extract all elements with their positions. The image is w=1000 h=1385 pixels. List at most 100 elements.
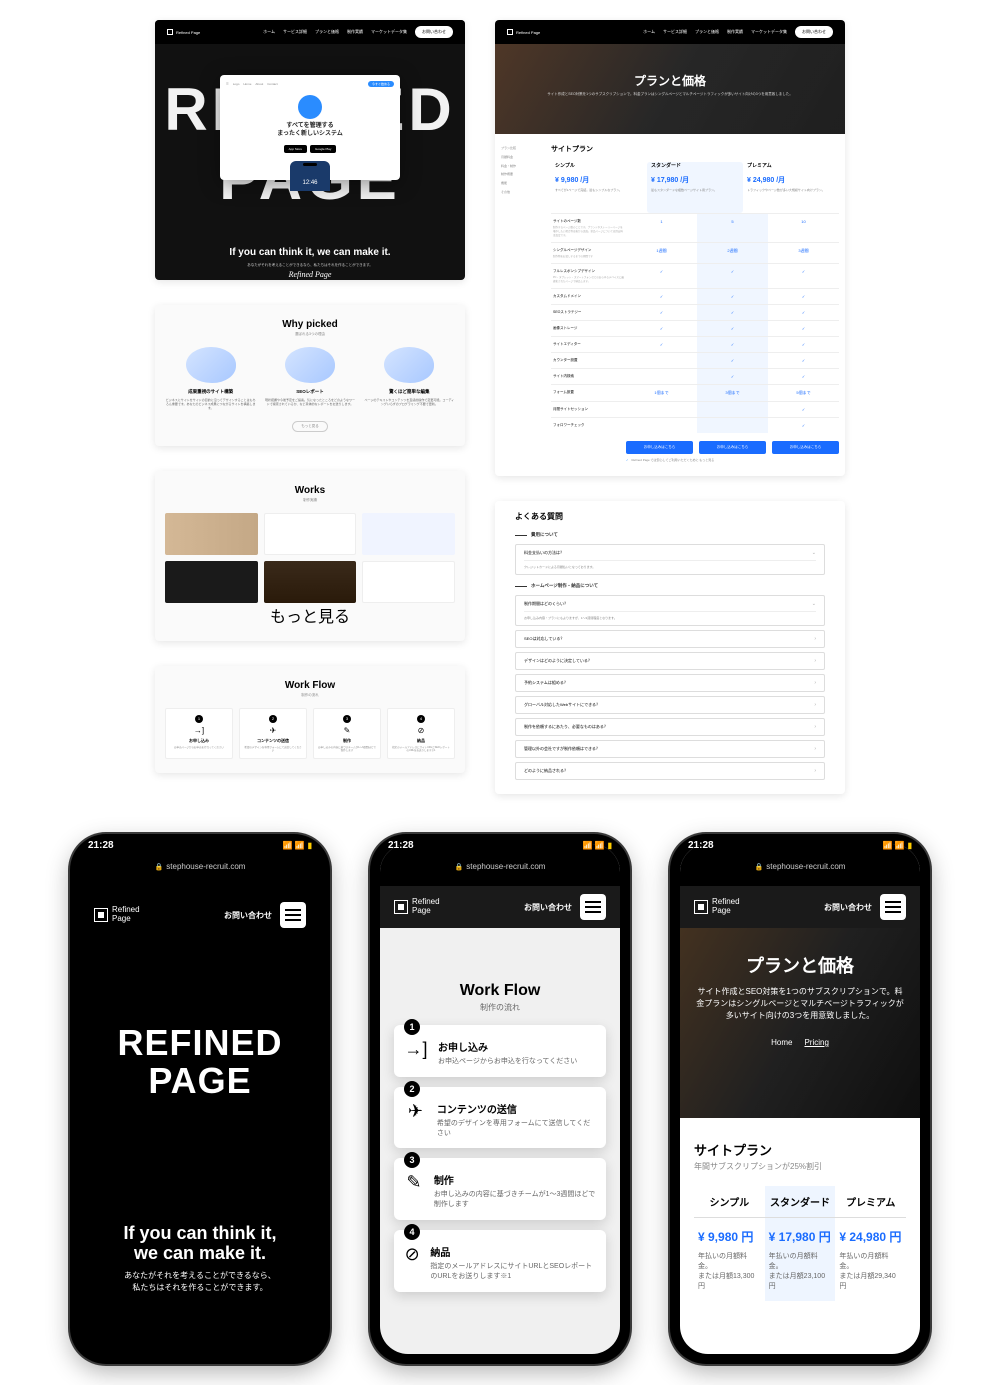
logo[interactable]: RefinedPage xyxy=(394,898,440,916)
plan-tab-premium[interactable]: プレミアム xyxy=(835,1186,906,1217)
faq-item[interactable]: SEOは対応している？› xyxy=(515,630,825,648)
faq-item[interactable]: 制作期間はどのくらい？⌄ お申し込み内容・プランにもよりますが、1〜3週間程度と… xyxy=(515,595,825,626)
feature-card: SEOレポート現状把握や今後予定をご提案。気になったところをどのようなワードで検… xyxy=(264,347,355,411)
pricing-banner-mobile: プランと価格 サイト作成とSEO対策を1つのサブスクリプションで。料金プランはシ… xyxy=(680,928,920,1118)
plan-column: スタンダード¥ 17,980 /月最もスタンダードな複数ページサイト用プラン。 xyxy=(647,162,743,213)
work-thumbnail[interactable] xyxy=(362,561,455,603)
nav-item[interactable]: ホーム xyxy=(263,29,275,35)
pricing-side-item[interactable]: 制作概要 xyxy=(501,170,545,179)
plan-column: シンプル¥ 9,980 /月すべてが1ページで完結。最もシンプルなプラン。 xyxy=(551,162,647,213)
logo[interactable]: Refined Page xyxy=(167,29,200,35)
pricing-side-item[interactable]: その他 xyxy=(501,188,545,197)
faq-item[interactable]: デザインはどのように決定している？› xyxy=(515,652,825,670)
apply-button[interactable]: お申し込みはこちら xyxy=(699,441,766,454)
contact-button[interactable]: お問い合わせ xyxy=(795,26,833,38)
workflow-panel: Work Flow 制作の流れ 1→] お申し込みお申込ページからお申込を行なっ… xyxy=(155,666,465,774)
chevron-right-icon: › xyxy=(814,746,816,752)
breadcrumb: HomePricing xyxy=(696,1038,904,1047)
section-subtitle: 制作実績 xyxy=(165,498,455,503)
plan-column: プレミアム¥ 24,980 /月トラフィックやページ数が多い大規模サイト向けプラ… xyxy=(743,162,839,213)
status-time: 21:28 xyxy=(388,840,414,851)
plan-tab-simple[interactable]: シンプル xyxy=(694,1186,765,1217)
contact-button[interactable]: お問い合わせ xyxy=(415,26,453,38)
mobile-hero-tagline: If you can think it,we can make it. あなたが… xyxy=(80,1223,320,1294)
why-picked-panel: Why picked 選ばれる3つの理由 成果重視のサイト構築ビジネスにサイトを… xyxy=(155,305,465,446)
work-thumbnail[interactable] xyxy=(362,513,455,555)
faq-item[interactable]: 予約システムは組める？› xyxy=(515,674,825,692)
pricing-table-title: サイトプラン xyxy=(551,144,839,154)
hero-panel: Refined Page ホーム サービス詳細 プランと価格 制作実績 マーケッ… xyxy=(155,20,465,280)
faq-item[interactable]: 管理以外の会社ですが制作依頼はできる？› xyxy=(515,740,825,758)
phone-mockup-hero: 21:28📶 📶 ▮ stephouse-recruit.com Refined… xyxy=(70,834,330,1364)
status-time: 21:28 xyxy=(88,840,114,851)
contact-button[interactable]: お問い合わせ xyxy=(224,910,272,921)
chevron-down-icon: ⌄ xyxy=(812,601,816,607)
contact-button[interactable]: お問い合わせ xyxy=(524,902,572,913)
apply-button[interactable]: お申し込みはこちら xyxy=(772,441,839,454)
works-panel: Works 制作実績 もっと見る xyxy=(155,471,465,641)
plan-cell: ¥ 9,980 円年払いの月額料金。または月額13,300円 xyxy=(694,1218,765,1301)
faq-item[interactable]: グローバル対応したWebサイトにできる？› xyxy=(515,696,825,714)
menu-icon[interactable] xyxy=(580,894,606,920)
hero-subtitle: あなたがそれを考えることができるなら、私たちはそれを作ることができます。 xyxy=(155,263,465,268)
section-title: Work Flow xyxy=(165,680,455,691)
address-bar[interactable]: stephouse-recruit.com xyxy=(70,862,330,871)
nav-item[interactable]: マーケットデータ集 xyxy=(751,29,787,35)
section-title: よくある質問 xyxy=(515,511,825,522)
menu-icon[interactable] xyxy=(880,894,906,920)
feature-card: 驚くほど簡単な編集ページのテキストやコンテンツを直感的操作で変更可能。コーディン… xyxy=(364,347,455,411)
nav-item[interactable]: サービス詳細 xyxy=(663,29,687,35)
work-thumbnail[interactable] xyxy=(165,561,258,603)
apply-button[interactable]: お申し込みはこちら xyxy=(626,441,693,454)
more-button[interactable]: もっと見る xyxy=(292,421,328,432)
nav-item[interactable]: プランと価格 xyxy=(315,29,339,35)
workflow-step: 1→] お申し込みお申込ページからお申込を行なってください xyxy=(165,708,233,760)
work-thumbnail[interactable] xyxy=(264,513,357,555)
pricing-side-item[interactable]: プラン比較 xyxy=(501,144,545,153)
chevron-right-icon: › xyxy=(814,636,816,642)
nav-item[interactable]: サービス詳細 xyxy=(283,29,307,35)
pricing-row: サイトのページ数制作するページ数のことです。ブランドやストーリーページを増やした… xyxy=(551,213,839,242)
nav-item[interactable]: 制作実績 xyxy=(727,29,743,35)
pricing-side-item[interactable]: 機能 xyxy=(501,179,545,188)
nav-item[interactable]: 制作実績 xyxy=(347,29,363,35)
pricing-side-item[interactable]: 料金・制作 xyxy=(501,162,545,171)
section-subtitle: 選ばれる3つの理由 xyxy=(165,332,455,337)
menu-icon[interactable] xyxy=(280,902,306,928)
more-button[interactable]: もっと見る xyxy=(165,603,455,627)
workflow-step: 4⊘ 納品指定のメールアドレスにサイトURLとSEOレポートのURLをお送りしま… xyxy=(387,708,455,760)
workflow-header: Work Flow制作の流れ xyxy=(380,982,620,1013)
workflow-step-mobile: 1 →] お申し込みお申込ページからお申込を行なってください xyxy=(394,1025,606,1077)
desktop-nav: Refined Page ホーム サービス詳細 プランと価格 制作実績 マーケッ… xyxy=(155,20,465,44)
chevron-right-icon: › xyxy=(814,658,816,664)
faq-item[interactable]: 制作を依頼するにあたり、必要なものはある？› xyxy=(515,718,825,736)
chevron-right-icon: › xyxy=(814,724,816,730)
pricing-sidebar: プラン比較月額料金料金・制作制作概要機能その他 xyxy=(501,144,551,466)
logo[interactable]: RefinedPage xyxy=(694,898,740,916)
chevron-right-icon: › xyxy=(814,702,816,708)
logo[interactable]: RefinedPage xyxy=(94,906,140,924)
faq-item[interactable]: 料金支払いの方法は？⌄ クレジットカードによる月額払いとなっております。 xyxy=(515,544,825,575)
breadcrumb-item[interactable]: Pricing xyxy=(798,1038,834,1047)
faq-item[interactable]: どのように納品される？› xyxy=(515,762,825,780)
pricing-row: シングルページデザイン制作物をお渡しするまでの期間です 1週間 2週間 3週間 xyxy=(551,242,839,263)
pricing-side-item[interactable]: 月額料金 xyxy=(501,153,545,162)
workflow-step-mobile: 3 ✎ 制作お申し込みの内容に基づきチームが1〜3週間ほどで制作します xyxy=(394,1158,606,1220)
hero-tagline: If you can think it, we can make it. xyxy=(155,247,465,258)
mobile-hero-title: REFINEDPAGE xyxy=(80,1024,320,1100)
plan-tab-standard[interactable]: スタンダード xyxy=(765,1186,836,1217)
contact-button[interactable]: お問い合わせ xyxy=(824,902,872,913)
logo[interactable]: Refined Page xyxy=(507,29,540,35)
nav-item[interactable]: プランと価格 xyxy=(695,29,719,35)
work-thumbnail[interactable] xyxy=(264,561,357,603)
section-subtitle: 制作の流れ xyxy=(165,693,455,698)
work-thumbnail[interactable] xyxy=(165,513,258,555)
breadcrumb-item[interactable]: Home xyxy=(765,1038,798,1047)
address-bar[interactable]: stephouse-recruit.com xyxy=(670,862,930,871)
nav-item[interactable]: ホーム xyxy=(643,29,655,35)
nav-item[interactable]: マーケットデータ集 xyxy=(371,29,407,35)
workflow-step: 2✈ コンテンツの送信希望のデザインを専用フォームにて送信してください xyxy=(239,708,307,760)
address-bar[interactable]: stephouse-recruit.com xyxy=(370,862,630,871)
mobile-nav: RefinedPage お問い合わせ xyxy=(80,894,320,936)
plan-cell: ¥ 17,980 円年払いの月額料金。または月額23,100円 xyxy=(765,1218,836,1301)
